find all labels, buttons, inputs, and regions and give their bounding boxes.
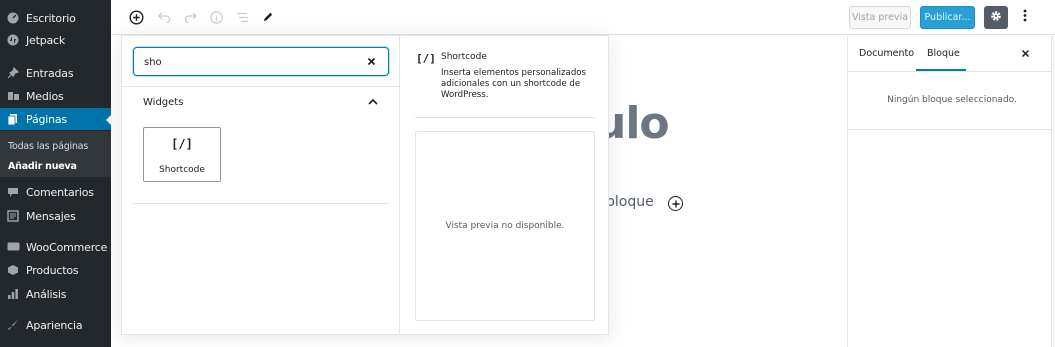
admin-sidebar: Escritorio Jetpack Entradas Medios Págin… xyxy=(0,0,112,347)
menu-item-escritorio[interactable]: Escritorio xyxy=(0,7,111,29)
panel-title[interactable]: Widgets xyxy=(143,97,183,108)
editor-screen: Escritorio Jetpack Entradas Medios Págin… xyxy=(0,0,1055,347)
menu-item-jetpack[interactable]: Jetpack xyxy=(0,29,111,51)
inserter-results: Widgets [/] Shortcode xyxy=(122,36,400,334)
submenu-item-todas[interactable]: Todas las páginas xyxy=(8,141,88,152)
gear-icon xyxy=(990,10,1002,26)
menu-label: Comentarios xyxy=(26,185,94,199)
menu-item-paginas[interactable]: Páginas xyxy=(0,108,112,130)
active-tab-indicator xyxy=(916,69,966,71)
menu-label: Apariencia xyxy=(26,318,83,332)
analytics-icon xyxy=(6,287,20,301)
inline-add-block-icon[interactable] xyxy=(668,196,683,211)
more-options-button[interactable] xyxy=(1017,6,1033,29)
submenu-item-anadir-nueva[interactable]: Añadir nueva xyxy=(8,161,77,172)
shortcode-icon: [/] xyxy=(171,137,193,151)
menu-item-productos[interactable]: Productos xyxy=(0,259,111,281)
menu-label: WooCommerce xyxy=(26,240,108,254)
close-icon[interactable] xyxy=(1018,46,1032,60)
products-icon xyxy=(6,263,20,277)
redo-icon[interactable] xyxy=(181,8,199,26)
block-item-shortcode[interactable]: [/] Shortcode xyxy=(143,127,221,182)
menu-item-comentarios[interactable]: Comentarios xyxy=(0,181,111,203)
divider xyxy=(848,129,1055,130)
preview-description: Inserta elementos personalizados adicion… xyxy=(441,68,587,100)
editor-toolbar: Vista previa Publicar... xyxy=(111,0,1055,35)
menu-item-apariencia[interactable]: Apariencia xyxy=(0,314,111,336)
scrollbar[interactable] xyxy=(1051,36,1055,347)
menu-label: Entradas xyxy=(26,66,74,80)
settings-sidebar: Documento Bloque Ningún bloque seleccion… xyxy=(847,36,1055,347)
menu-item-entradas[interactable]: Entradas xyxy=(0,62,111,84)
chevron-up-icon[interactable] xyxy=(366,94,380,108)
add-block-icon[interactable] xyxy=(127,8,145,26)
preview-box: Vista previa no disponible. xyxy=(415,131,595,321)
preview-empty-text: Vista previa no disponible. xyxy=(445,221,565,231)
more-vertical-icon xyxy=(1023,9,1027,26)
menu-label: Escritorio xyxy=(26,11,76,25)
appearance-icon xyxy=(6,318,20,332)
menu-label: Páginas xyxy=(26,112,67,126)
comments-icon xyxy=(6,185,20,199)
menu-item-medios[interactable]: Medios xyxy=(0,85,111,107)
close-icon[interactable] xyxy=(364,54,378,68)
messages-icon xyxy=(6,209,20,223)
menu-item-woocommerce[interactable]: WooCommerce xyxy=(0,236,111,258)
divider xyxy=(122,86,399,87)
search-input[interactable] xyxy=(144,54,344,70)
block-item-label: Shortcode xyxy=(159,165,205,175)
menu-label: Mensajes xyxy=(26,209,76,223)
divider xyxy=(415,117,595,118)
shortcode-icon: [/] xyxy=(416,52,436,65)
block-search[interactable] xyxy=(133,47,389,76)
undo-icon[interactable] xyxy=(155,8,173,26)
divider xyxy=(133,203,389,204)
info-icon[interactable] xyxy=(207,8,225,26)
tab-documento[interactable]: Documento xyxy=(859,48,914,59)
preview-button[interactable]: Vista previa xyxy=(849,6,911,29)
preview-title: Shortcode xyxy=(441,52,487,62)
menu-item-analisis[interactable]: Análisis xyxy=(0,283,111,305)
settings-tabs: Documento Bloque xyxy=(848,36,1055,72)
block-inserter: Widgets [/] Shortcode [/] Shortcode Inse… xyxy=(121,35,609,335)
settings-button[interactable] xyxy=(984,6,1008,29)
active-arrow xyxy=(106,114,112,126)
menu-label: Análisis xyxy=(26,287,67,301)
menu-label: Productos xyxy=(26,263,79,277)
block-preview-panel: [/] Shortcode Inserta elementos personal… xyxy=(401,36,609,334)
block-placeholder[interactable]: bloque xyxy=(606,194,654,210)
no-block-selected: Ningún bloque seleccionado. xyxy=(887,95,1017,105)
publish-button[interactable]: Publicar... xyxy=(920,6,975,29)
pages-icon xyxy=(6,112,20,126)
edit-tools-icon[interactable] xyxy=(259,8,277,26)
menu-label: Jetpack xyxy=(26,33,66,47)
outline-icon[interactable] xyxy=(233,8,251,26)
tab-bloque[interactable]: Bloque xyxy=(927,48,960,59)
woocommerce-icon xyxy=(6,240,20,254)
pin-icon xyxy=(6,66,20,80)
dashboard-icon xyxy=(6,11,20,25)
menu-item-mensajes[interactable]: Mensajes xyxy=(0,205,111,227)
menu-label: Medios xyxy=(26,89,64,103)
jetpack-icon xyxy=(6,33,20,47)
media-icon xyxy=(6,89,20,103)
